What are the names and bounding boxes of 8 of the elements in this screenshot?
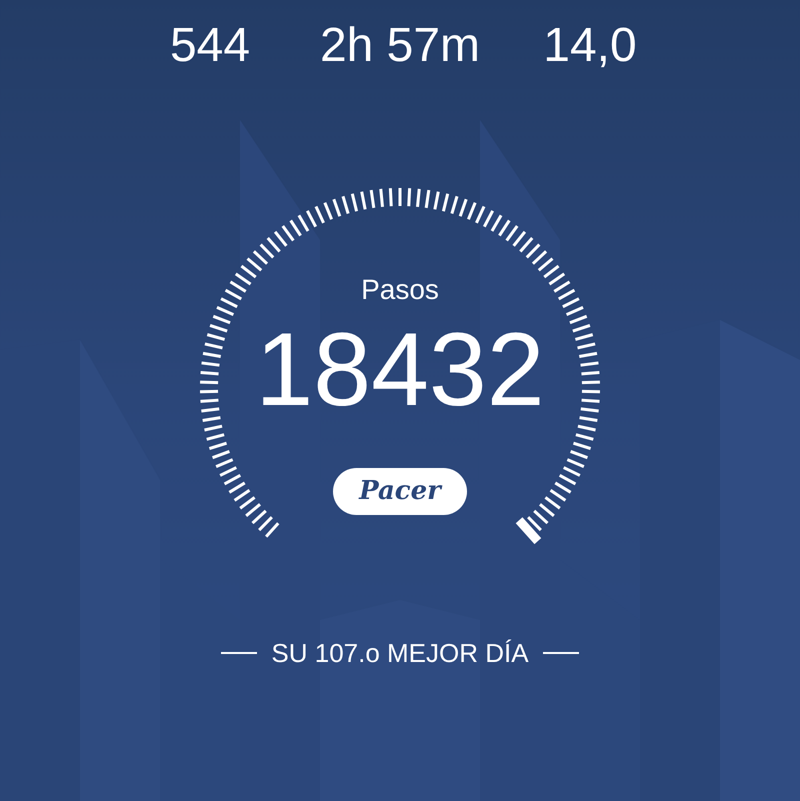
- steps-count: 18432: [255, 318, 545, 422]
- rank-text: SU 107.o MEJOR DÍA: [271, 640, 529, 666]
- stat-value: 544: [170, 22, 250, 70]
- stat-value: 14,0: [543, 22, 637, 70]
- stat-value: 2h 57m: [320, 22, 480, 70]
- steps-label: Pasos: [361, 276, 439, 304]
- gauge-marker: [516, 517, 542, 544]
- brand-logo: Pacer: [333, 468, 467, 515]
